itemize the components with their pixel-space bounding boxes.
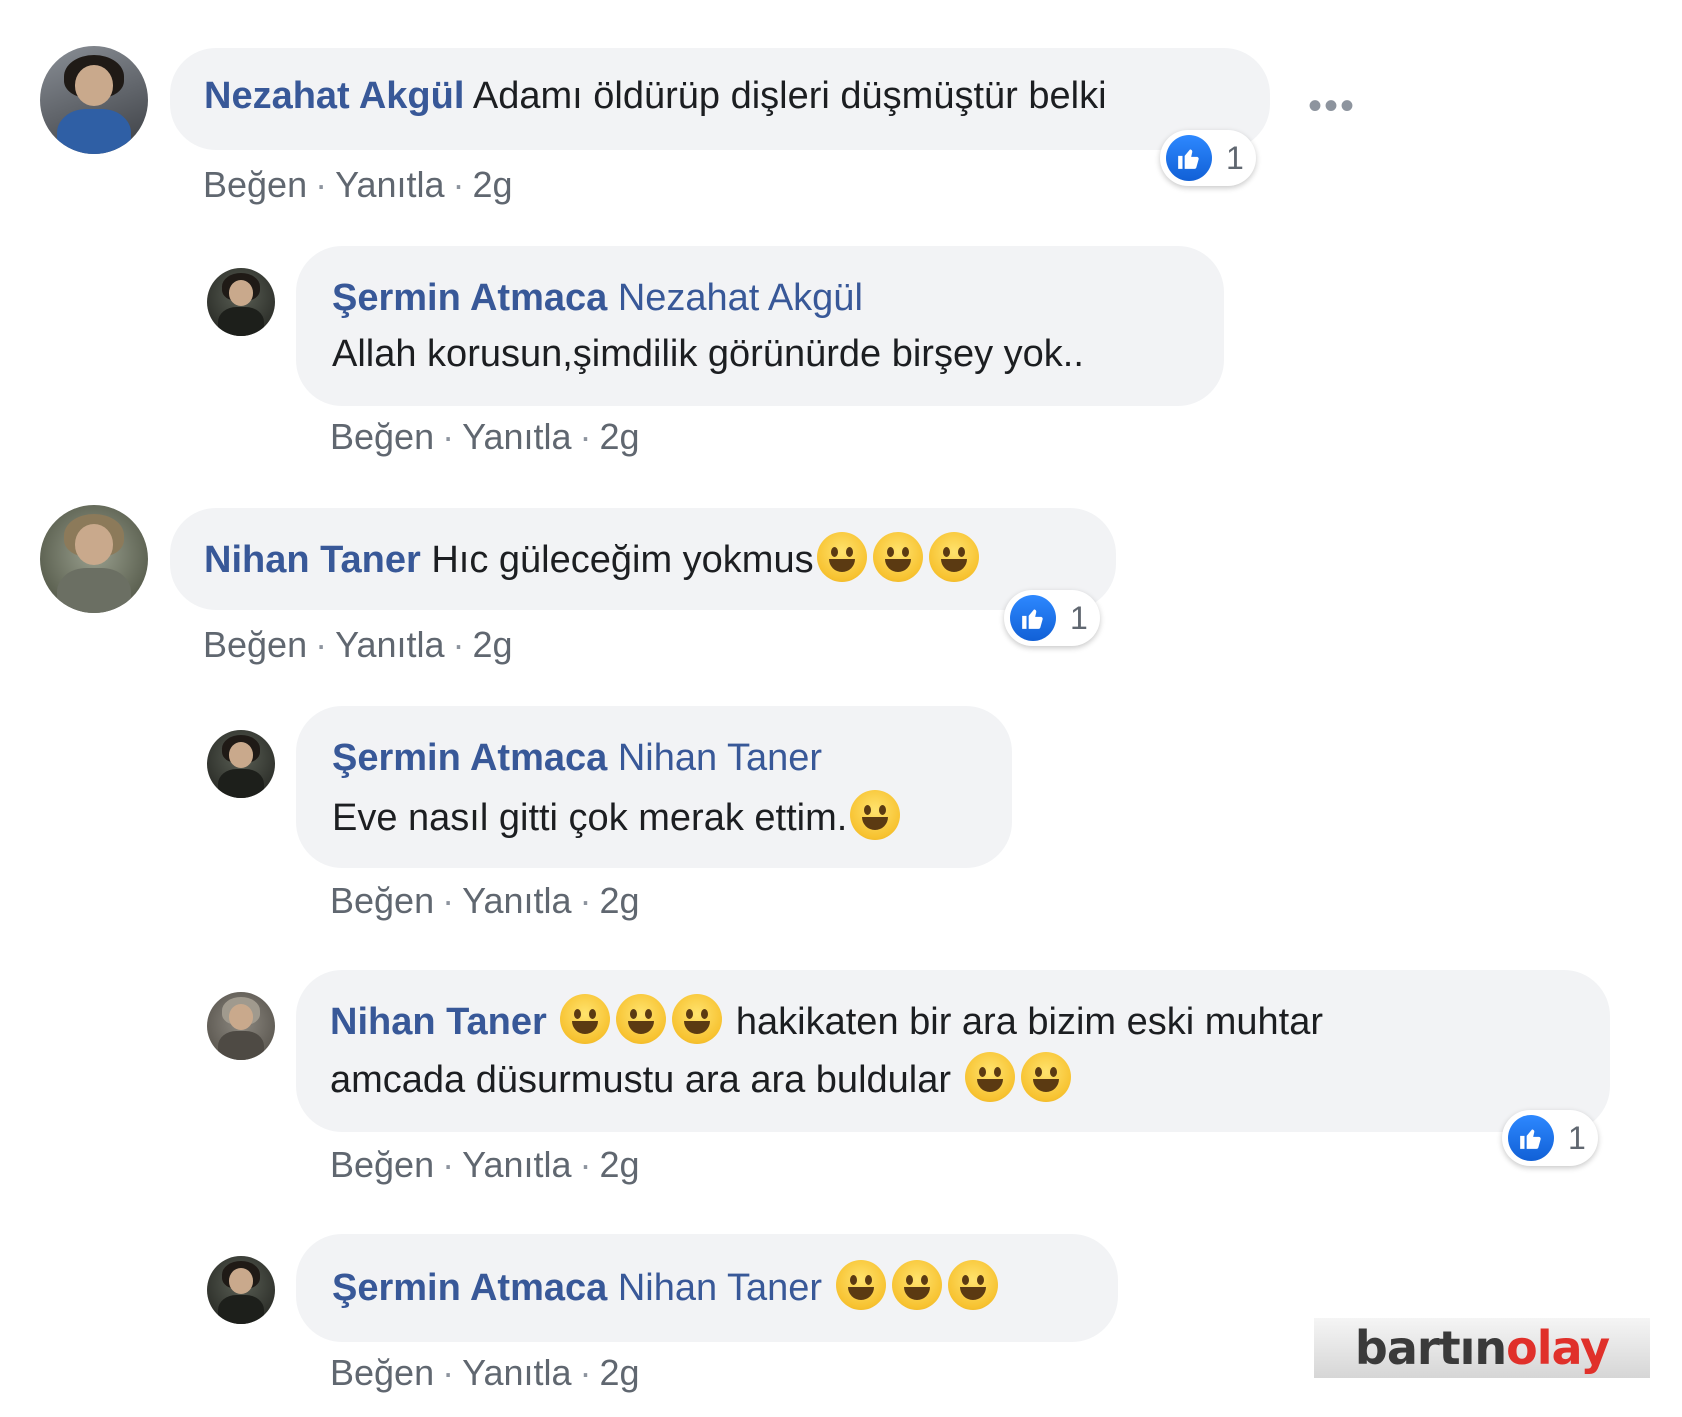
smiley-emoji-icon <box>560 994 611 1044</box>
comment-text: Hıc güleceğim yokmus <box>431 539 814 581</box>
separator: · <box>442 880 455 921</box>
like-button[interactable]: Beğen <box>330 416 434 457</box>
avatar[interactable] <box>207 1256 275 1324</box>
reply-bubble: Şermin Atmaca Nezahat Akgül Allah korusu… <box>296 246 1224 406</box>
reply-bubble: Nihan Taner hakikaten bir ara bizim eski… <box>296 970 1610 1132</box>
timestamp[interactable]: 2g <box>600 416 640 457</box>
reply-text: amcada düsurmustu ara ara buldular <box>330 1059 952 1101</box>
grin-emoji-icon <box>850 790 901 840</box>
tears-of-joy-emoji-icon <box>891 1260 942 1310</box>
smiley-emoji-icon <box>964 1052 1015 1102</box>
comment-actions: Beğen · Yanıtla · 2g <box>203 624 513 666</box>
separator: · <box>315 164 328 205</box>
like-button[interactable]: Beğen <box>330 880 434 921</box>
reply-button[interactable]: Yanıtla <box>462 1144 571 1185</box>
reply-button[interactable]: Yanıtla <box>462 416 571 457</box>
timestamp[interactable]: 2g <box>600 1144 640 1185</box>
comment-actions: Beğen · Yanıtla · 2g <box>203 164 513 206</box>
separator: · <box>442 1144 455 1185</box>
separator: · <box>442 416 455 457</box>
timestamp[interactable]: 2g <box>600 880 640 921</box>
avatar[interactable] <box>40 505 148 613</box>
separator: · <box>452 164 465 205</box>
reply-author[interactable]: Şermin Atmaca <box>332 1267 607 1309</box>
reply-text: Eve nasıl gitti çok merak ettim. <box>332 797 848 839</box>
avatar[interactable] <box>207 730 275 798</box>
separator: · <box>442 1352 455 1393</box>
reply-bubble: Şermin Atmaca Nihan Taner Eve nasıl gitt… <box>296 706 1012 868</box>
tears-of-joy-emoji-icon <box>835 1260 886 1310</box>
reaction-number: 1 <box>1568 1119 1586 1156</box>
reply-text: Allah korusun,şimdilik görünürde birşey … <box>332 333 1084 375</box>
reply-actions: Beğen · Yanıtla · 2g <box>330 1352 640 1394</box>
rofl-emoji-icon <box>816 532 867 582</box>
comment-author[interactable]: Nihan Taner <box>204 539 421 581</box>
separator: · <box>579 1352 592 1393</box>
avatar[interactable] <box>207 268 275 336</box>
reaction-count[interactable]: 1 <box>1160 130 1256 186</box>
reply-actions: Beğen · Yanıtla · 2g <box>330 880 640 922</box>
separator: · <box>315 624 328 665</box>
tears-of-joy-emoji-icon <box>947 1260 998 1310</box>
rofl-emoji-icon <box>928 532 979 582</box>
separator: · <box>579 880 592 921</box>
separator: · <box>579 416 592 457</box>
mention-tag[interactable]: Nihan Taner <box>618 1267 822 1309</box>
like-button[interactable]: Beğen <box>203 624 307 665</box>
timestamp[interactable]: 2g <box>473 164 513 205</box>
reply-author[interactable]: Şermin Atmaca <box>332 737 607 779</box>
like-icon <box>1508 1115 1554 1161</box>
smiley-emoji-icon <box>616 994 667 1044</box>
comment-text: Adamı öldürüp dişleri düşmüştür belki <box>472 75 1107 117</box>
reaction-number: 1 <box>1070 599 1088 636</box>
like-button[interactable]: Beğen <box>330 1352 434 1393</box>
reply-author[interactable]: Şermin Atmaca <box>332 277 607 319</box>
reply-button[interactable]: Yanıtla <box>335 624 444 665</box>
reply-bubble: Şermin Atmaca Nihan Taner <box>296 1234 1118 1342</box>
smiley-emoji-icon <box>1020 1052 1071 1102</box>
like-icon <box>1010 595 1056 641</box>
timestamp[interactable]: 2g <box>473 624 513 665</box>
reply-actions: Beğen · Yanıtla · 2g <box>330 416 640 458</box>
reaction-number: 1 <box>1226 139 1244 176</box>
reply-author[interactable]: Nihan Taner <box>330 1001 547 1043</box>
comment-bubble: Nezahat Akgül Adamı öldürüp dişleri düşm… <box>170 48 1270 150</box>
avatar[interactable] <box>40 46 148 154</box>
watermark-part-1: bartın <box>1354 1321 1507 1375</box>
mention-tag[interactable]: Nezahat Akgül <box>618 277 863 319</box>
watermark-part-2: olay <box>1506 1321 1610 1375</box>
comment-bubble: Nihan Taner Hıc güleceğim yokmus <box>170 508 1116 610</box>
like-button[interactable]: Beğen <box>203 164 307 205</box>
separator: · <box>579 1144 592 1185</box>
avatar[interactable] <box>207 992 275 1060</box>
more-options-icon[interactable]: ••• <box>1308 84 1356 129</box>
smiley-emoji-icon <box>672 994 723 1044</box>
separator: · <box>452 624 465 665</box>
reply-button[interactable]: Yanıtla <box>462 880 571 921</box>
mention-tag[interactable]: Nihan Taner <box>618 737 822 779</box>
reply-actions: Beğen · Yanıtla · 2g <box>330 1144 640 1186</box>
reply-button[interactable]: Yanıtla <box>462 1352 571 1393</box>
reaction-count[interactable]: 1 <box>1502 1110 1598 1166</box>
rofl-emoji-icon <box>872 532 923 582</box>
reply-button[interactable]: Yanıtla <box>335 164 444 205</box>
reaction-count[interactable]: 1 <box>1004 590 1100 646</box>
like-button[interactable]: Beğen <box>330 1144 434 1185</box>
timestamp[interactable]: 2g <box>600 1352 640 1393</box>
reply-text: hakikaten bir ara bizim eski muhtar <box>735 1001 1324 1043</box>
site-watermark-logo: bartın olay <box>1314 1318 1650 1378</box>
like-icon <box>1166 135 1212 181</box>
comment-author[interactable]: Nezahat Akgül <box>204 75 464 117</box>
